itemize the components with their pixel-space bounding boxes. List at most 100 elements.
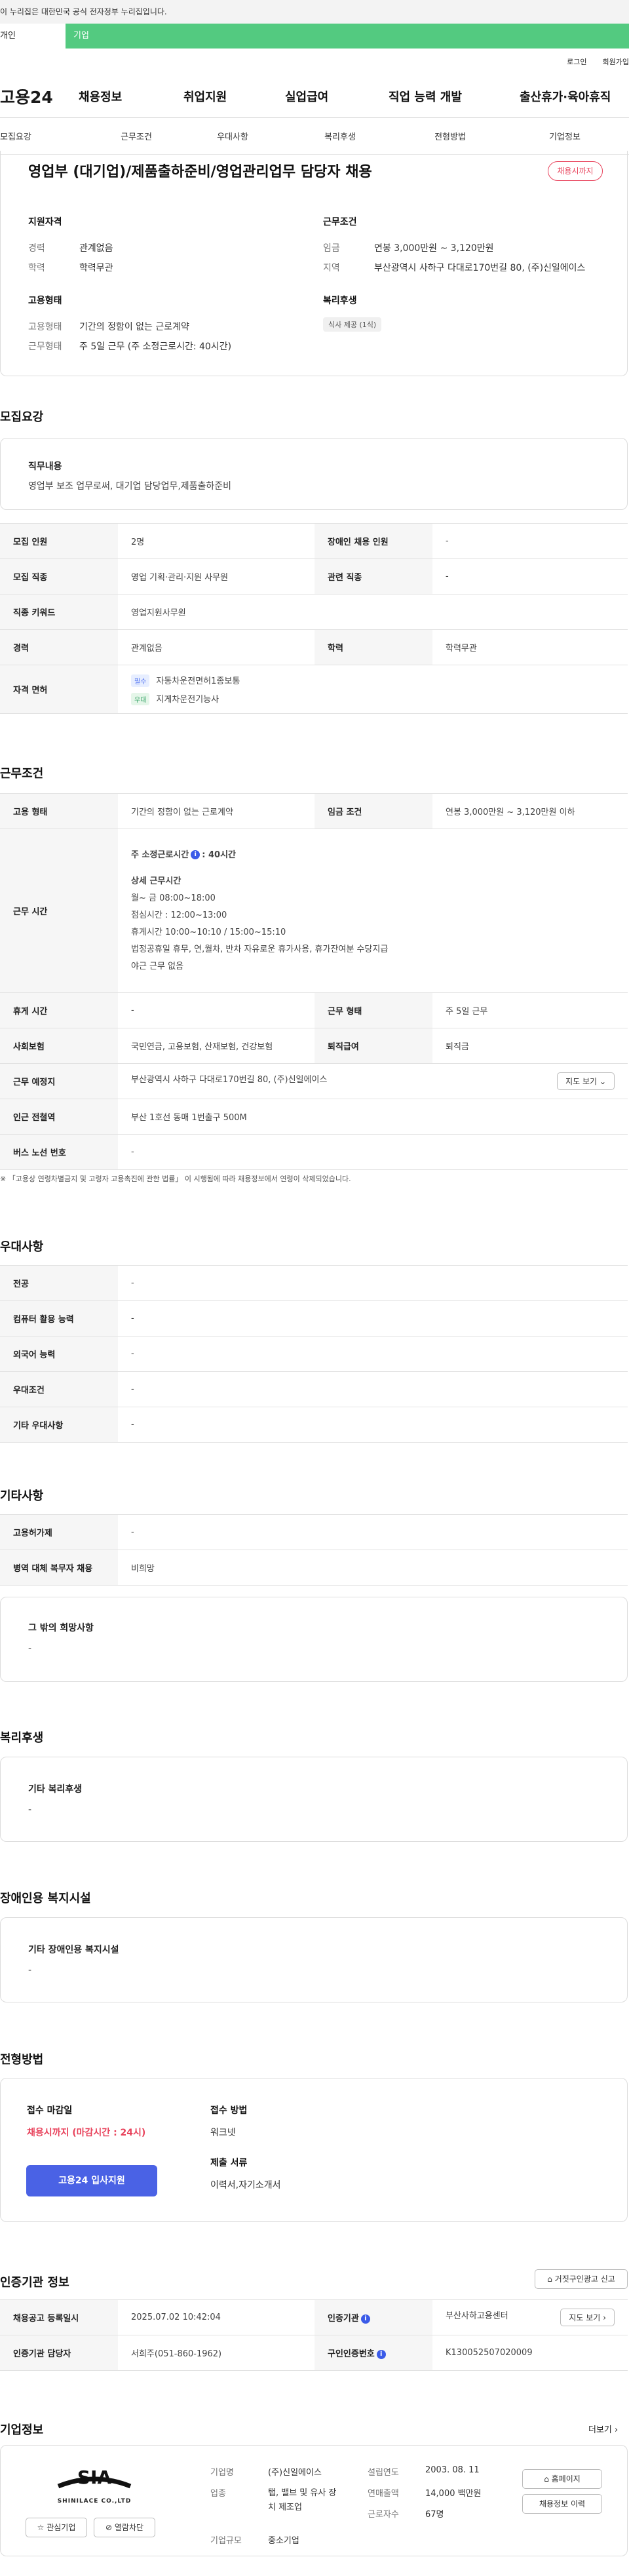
block-label: 열람차단 bbox=[114, 2523, 144, 2532]
info-icon[interactable]: i bbox=[376, 2349, 386, 2359]
hours-line: 월~ 금 08:00~18:00 bbox=[131, 893, 216, 903]
table-value: - bbox=[118, 1134, 628, 1170]
table-key: 모집 직종 bbox=[0, 558, 118, 595]
emp-value: 기간의 정함이 없는 근로계약 bbox=[79, 322, 189, 332]
table-key: 학력 bbox=[314, 629, 432, 665]
company-field-key: 기업명 bbox=[210, 2468, 234, 2478]
table-key: 근무 형태 bbox=[314, 992, 432, 1028]
hours-line: 법정공휴일 휴무, 연,월차, 반차 자유로운 휴가사용, 휴가잔여분 수당지급 bbox=[131, 944, 389, 954]
svg-text:SIA: SIA bbox=[77, 2467, 112, 2488]
table-row: 모집 직종 영업 기획·관리·지원 사무원 관련 직종 - bbox=[0, 558, 628, 595]
tab-business[interactable]: 기업 bbox=[66, 24, 629, 49]
welfare-box-heading: 기타 복리후생 bbox=[28, 1784, 83, 1795]
table-row: 모집 인원 2명 장애인 채용 인원 - bbox=[0, 523, 628, 559]
map-button[interactable]: 지도 보기 ⌄ bbox=[557, 1072, 615, 1090]
job-history-button[interactable]: 채용정보 이력 bbox=[522, 2494, 602, 2514]
disability-box-heading: 기타 장애인용 복지시설 bbox=[28, 1945, 119, 1955]
site-logo[interactable]: 고용24 bbox=[0, 85, 79, 108]
other-wish-box: 그 밖의 희망사항 - bbox=[0, 1597, 628, 1682]
other-section-title: 기타사항 bbox=[0, 1489, 44, 1503]
selection-section-title: 전형방법 bbox=[0, 2053, 44, 2067]
table-value: 학력무관 bbox=[432, 629, 628, 665]
table-value: - bbox=[118, 1265, 628, 1301]
hours-week-value: : 40시간 bbox=[202, 849, 236, 860]
company-field-value: 67명 bbox=[425, 2510, 444, 2520]
utility-bar: 로그인 회원가입 bbox=[0, 49, 629, 75]
nav-preference[interactable]: 우대사항 bbox=[156, 130, 309, 142]
deadline-badge: 채용시까지 bbox=[548, 161, 603, 181]
company-section-title: 기업정보 bbox=[0, 2423, 44, 2437]
table-value: 비희망 bbox=[118, 1550, 628, 1586]
signup-link[interactable]: 회원가입 bbox=[603, 56, 629, 67]
welfare-section-title: 복리후생 bbox=[0, 1731, 44, 1745]
table-key: 임금 조건 bbox=[314, 793, 432, 829]
chevron-down-icon: ⌄ bbox=[599, 1077, 606, 1086]
cert-name: 자동차운전면허1종보통 bbox=[156, 676, 240, 686]
job-section-nav: 모집요강 근무조건 우대사항 복리후생 전형방법 기업정보 bbox=[0, 118, 629, 155]
nav-recruit[interactable]: 모집요강 bbox=[0, 130, 117, 142]
welfare-box: 기타 복리후생 - bbox=[0, 1757, 628, 1842]
cond-key: 임금 bbox=[323, 243, 340, 254]
nav-welfare[interactable]: 복리후생 bbox=[309, 130, 371, 142]
qual-value: 학력무관 bbox=[79, 263, 113, 273]
table-value: - bbox=[118, 992, 314, 1028]
gnb-item-parental-leave[interactable]: 출산휴가·육아휴직 bbox=[520, 88, 629, 105]
table-key: 고용허가제 bbox=[0, 1514, 118, 1550]
table-value: - bbox=[118, 1300, 628, 1337]
apply-button[interactable]: 고용24 입사지원 bbox=[26, 2165, 157, 2196]
table-key: 근무 시간 bbox=[0, 829, 118, 993]
nav-company[interactable]: 기업정보 bbox=[529, 130, 600, 142]
interest-company-button[interactable]: ☆ 관심기업 bbox=[26, 2518, 87, 2537]
agency-map-button[interactable]: 지도 보기 › bbox=[560, 2309, 615, 2326]
tab-person[interactable]: 개인 bbox=[0, 24, 66, 49]
table-row: 병역 대체 복무자 채용 비희망 bbox=[0, 1550, 628, 1586]
wish-heading: 그 밖의 희망사항 bbox=[28, 1623, 94, 1633]
cert-tag-preferred: 우대 bbox=[131, 692, 150, 705]
nav-work[interactable]: 근무조건 bbox=[117, 130, 156, 142]
table-key: 인증기관 i bbox=[314, 2299, 432, 2335]
preference-section-title: 우대사항 bbox=[0, 1240, 44, 1254]
table-key: 휴게 시간 bbox=[0, 992, 118, 1028]
report-false-ad-button[interactable]: ⌂ 거짓구인광고 신고 bbox=[535, 2269, 628, 2289]
table-key: 장애인 채용 인원 bbox=[314, 523, 432, 559]
table-key: 관련 직종 bbox=[314, 558, 432, 595]
company-field-value: 탭, 밸브 및 유사 장치 제조업 bbox=[268, 2488, 337, 2512]
gnb-item-unemployment-benefit[interactable]: 실업급여 bbox=[285, 88, 389, 105]
table-value: 영업지원사무원 bbox=[118, 594, 628, 630]
disability-section-title: 장애인용 복지시설 bbox=[0, 1892, 91, 1905]
block-view-button[interactable]: ⊘ 열람차단 bbox=[94, 2518, 155, 2537]
preference-table: 전공 - 컴퓨터 활용 능력 - 외국어 능력 - 우대조건 - 기타 우대사항 - bbox=[0, 1265, 628, 1443]
agency-name: 부산사하고용센터 bbox=[446, 2311, 508, 2321]
gnb-item-jobs[interactable]: 채용정보 bbox=[79, 88, 183, 105]
table-key: 외국어 능력 bbox=[0, 1336, 118, 1372]
cond-value: 연봉 3,000만원 ~ 3,120만원 bbox=[374, 243, 494, 254]
table-value: 관계없음 bbox=[118, 629, 314, 665]
login-link[interactable]: 로그인 bbox=[567, 56, 586, 67]
gnb-item-employment-support[interactable]: 취업지원 bbox=[183, 88, 285, 105]
table-key: 모집 인원 bbox=[0, 523, 118, 559]
workplace-address: 부산광역시 사하구 다대로170번길 80, (주)신일에이스 bbox=[131, 1075, 328, 1085]
gnb-item-skills-development[interactable]: 직업 능력 개발 bbox=[389, 88, 520, 105]
deadline-value: 채용시까지 (마감시간 : 24시) bbox=[27, 2128, 146, 2138]
info-icon[interactable]: i bbox=[191, 850, 200, 859]
age-discrimination-note: ※ 「고용상 연령차별금지 및 고령자 고용촉진에 관한 법률」 이 시행됨에 … bbox=[0, 1175, 351, 1183]
company-field-key: 업종 bbox=[210, 2489, 226, 2499]
homepage-button[interactable]: ⌂ 홈페이지 bbox=[522, 2469, 602, 2489]
info-icon[interactable]: i bbox=[360, 2314, 370, 2324]
cert-list: 필수 자동차운전면허1종보통 우대 지게차운전기능사 bbox=[118, 665, 628, 714]
method-label: 접수 방법 bbox=[210, 2105, 248, 2116]
table-value: 2025.07.02 10:42:04 bbox=[118, 2299, 314, 2335]
table-row: 근무 예정지 부산광역시 사하구 다대로170번길 80, (주)신일에이스 지… bbox=[0, 1063, 628, 1099]
duty-box: 직무내용 영업부 보조 업무로써, 대기업 담당업무,제품출하준비 bbox=[0, 438, 628, 510]
nav-selection[interactable]: 전형방법 bbox=[371, 130, 529, 142]
table-row: 전공 - bbox=[0, 1265, 628, 1301]
table-value: - bbox=[118, 1371, 628, 1407]
company-more-link[interactable]: 더보기 › bbox=[588, 2423, 618, 2435]
agency-cell: 부산사하고용센터 지도 보기 › bbox=[432, 2299, 628, 2335]
table-value: 주 5일 근무 bbox=[432, 992, 628, 1028]
table-row: 직종 키워드 영업지원사무원 bbox=[0, 594, 628, 630]
more-label: 더보기 bbox=[588, 2425, 612, 2435]
company-field-key: 설립연도 bbox=[368, 2468, 399, 2478]
docs-value: 이력서,자기소개서 bbox=[210, 2180, 281, 2191]
company-field-key: 연매출액 bbox=[368, 2489, 399, 2499]
